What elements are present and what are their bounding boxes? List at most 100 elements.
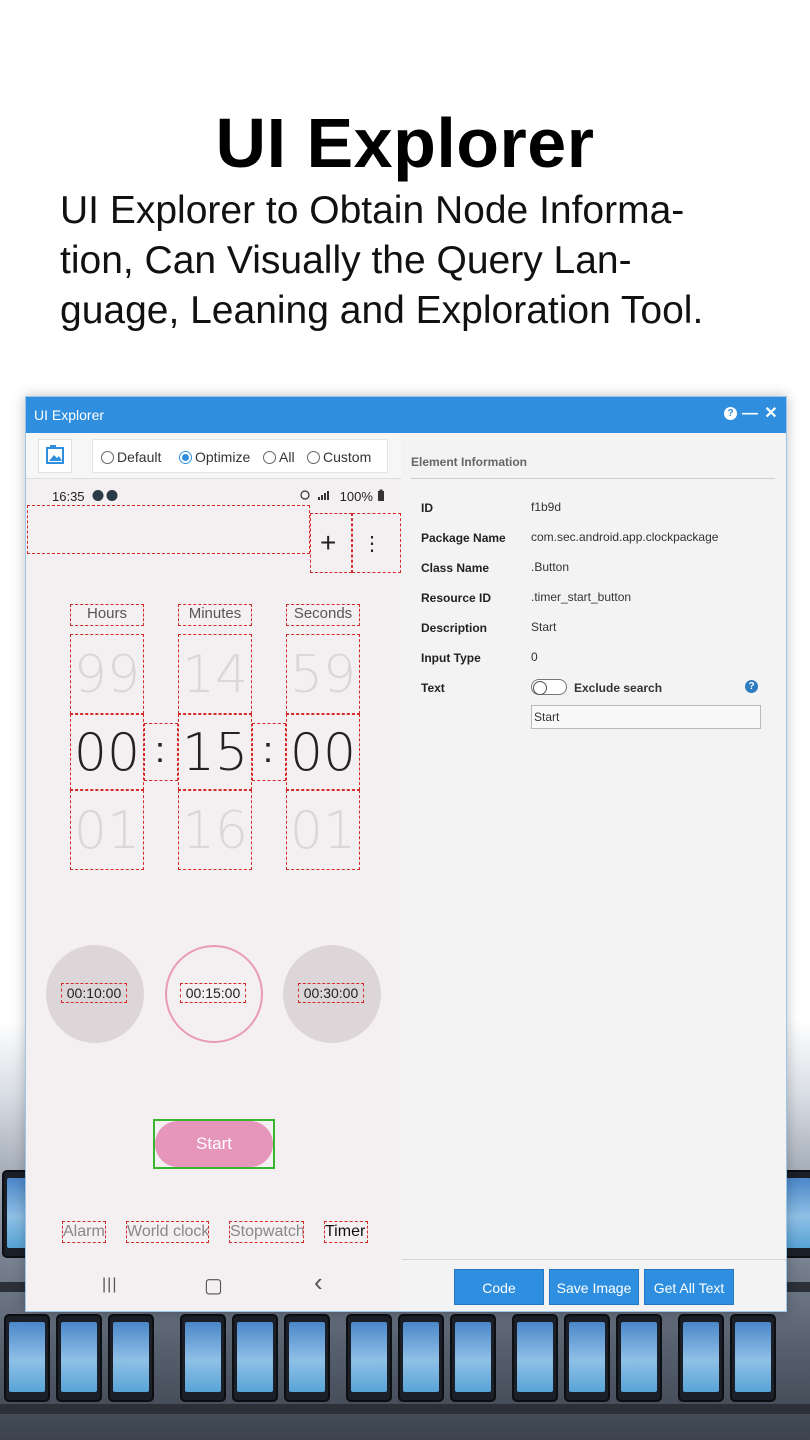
exclude-search-label: Exclude search (574, 681, 663, 695)
background-phone (232, 1314, 278, 1402)
help-icon[interactable]: ? (745, 680, 758, 693)
field-value-resource-id: .timer_start_button (531, 590, 632, 604)
field-key-input-type: Input Type (421, 651, 481, 665)
background-phone (56, 1314, 102, 1402)
start-button[interactable]: Start (155, 1121, 273, 1167)
help-icon[interactable]: ? (724, 407, 737, 420)
get-all-text-button[interactable]: Get All Text (644, 1269, 734, 1305)
background-phone (284, 1314, 330, 1402)
preset-label: 00:10:00 (61, 983, 127, 1003)
background-phone (512, 1314, 558, 1402)
tab-alarm[interactable]: Alarm (62, 1221, 106, 1243)
code-button[interactable]: Code (454, 1269, 544, 1305)
field-value-package: com.sec.android.app.clockpackage (531, 530, 719, 544)
notification-icons (92, 489, 120, 505)
time-separator: : (155, 729, 166, 770)
field-key-class: Class Name (421, 561, 490, 575)
mode-custom[interactable]: Custom (307, 449, 371, 465)
hero-title: UI Explorer (215, 104, 595, 182)
hours-next[interactable]: 01 (70, 790, 144, 870)
field-value-id: f1b9d (531, 500, 562, 514)
section-divider (411, 478, 775, 479)
battery-percent: 100% (339, 489, 373, 504)
background-phone (398, 1314, 444, 1402)
tab-stopwatch[interactable]: Stopwatch (229, 1221, 304, 1243)
app-bar-node[interactable] (27, 505, 310, 554)
background-phone (730, 1314, 776, 1402)
capture-toolbar: Default Optimize All Custom (26, 433, 401, 479)
save-image-button[interactable]: Save Image (549, 1269, 639, 1305)
field-key-text: Text (421, 681, 445, 695)
add-icon[interactable]: + (320, 529, 336, 557)
app-notification-icon (92, 490, 118, 501)
picker-label-minutes: Minutes (178, 604, 252, 626)
close-icon[interactable]: ✕ (762, 404, 780, 424)
background-phone (108, 1314, 154, 1402)
picker-label-hours: Hours (70, 604, 144, 626)
background-phone (4, 1314, 50, 1402)
mode-label: Custom (323, 449, 372, 465)
text-value-field[interactable]: Start (531, 705, 761, 729)
preset-15-min[interactable]: 00:15:00 (165, 945, 263, 1043)
time-separator: : (263, 729, 274, 770)
device-panel: Default Optimize All Custom 16:35 100% +… (26, 433, 401, 1311)
minutes-value[interactable]: 15 (178, 714, 252, 790)
preset-label: 00:30:00 (298, 983, 364, 1003)
hero-subtitle-line: tion, Can Visually the Query Lan- (60, 239, 632, 282)
field-key-package: Package Name (421, 531, 506, 545)
field-key-id: ID (421, 501, 433, 515)
hero-subtitle-line: guage, Leaning and Exploration Tool. (60, 289, 704, 332)
radio-icon (307, 450, 320, 464)
window-titlebar[interactable]: UI Explorer ? — ✕ (26, 397, 786, 433)
more-icon[interactable]: ⋮ (362, 533, 382, 555)
mode-optimize[interactable]: Optimize (179, 449, 250, 465)
background-phone (616, 1314, 662, 1402)
mode-all[interactable]: All (263, 449, 295, 465)
minimize-icon[interactable]: — (741, 404, 759, 424)
device-screen[interactable]: 16:35 100% + ⋮ Hours Minutes Seconds 99 … (26, 479, 401, 1311)
radio-icon (263, 450, 276, 464)
element-info-panel: Element Information ID f1b9d Package Nam… (402, 433, 786, 1311)
preset-30-min[interactable]: 00:30:00 (283, 945, 381, 1043)
battery-icon (377, 489, 384, 501)
view-mode-group: Default Optimize All Custom (92, 439, 388, 473)
background-phone (450, 1314, 496, 1402)
seconds-prev[interactable]: 59 (286, 634, 360, 714)
seconds-value[interactable]: 00 (286, 714, 360, 790)
screenshot-button[interactable] (38, 439, 72, 473)
tab-timer[interactable]: Timer (324, 1221, 368, 1243)
minutes-prev[interactable]: 14 (178, 634, 252, 714)
seconds-next[interactable]: 01 (286, 790, 360, 870)
selected-node-highlight: Start (153, 1119, 275, 1169)
radio-icon (101, 450, 114, 464)
preset-label: 00:15:00 (180, 983, 246, 1003)
hours-prev[interactable]: 99 (70, 634, 144, 714)
mode-label: Default (117, 449, 162, 465)
background-phone (678, 1314, 724, 1402)
radio-selected-icon (179, 450, 192, 464)
background-shelf (0, 1404, 810, 1414)
hero-subtitle-line: UI Explorer to Obtain Node Informa- (60, 189, 685, 232)
hero-subtitle: UI Explorer to Obtain Node Informa- tion… (60, 186, 780, 336)
recent-apps-icon[interactable]: ||| (102, 1276, 117, 1294)
preset-10-min[interactable]: 00:10:00 (46, 945, 144, 1043)
mode-label: All (279, 449, 295, 465)
background-phone (564, 1314, 610, 1402)
background-phone (180, 1314, 226, 1402)
hours-value[interactable]: 00 (70, 714, 144, 790)
back-icon[interactable]: ‹ (314, 1267, 323, 1298)
screenshot-icon (46, 445, 64, 464)
mode-default[interactable]: Default (101, 449, 161, 465)
window-title: UI Explorer (34, 407, 105, 423)
home-icon[interactable]: ▢ (204, 1273, 223, 1298)
exclude-search-toggle[interactable] (531, 679, 567, 695)
tab-world-clock[interactable]: World clock (126, 1221, 209, 1243)
field-value-description: Start (531, 620, 557, 634)
minutes-next[interactable]: 16 (178, 790, 252, 870)
ui-explorer-window: UI Explorer ? — ✕ Default Optimize All C… (25, 396, 787, 1312)
status-time: 16:35 (52, 489, 85, 504)
field-value-input-type: 0 (531, 650, 538, 664)
picker-label-seconds: Seconds (286, 604, 360, 626)
background-phone (346, 1314, 392, 1402)
mode-label: Optimize (195, 449, 251, 465)
